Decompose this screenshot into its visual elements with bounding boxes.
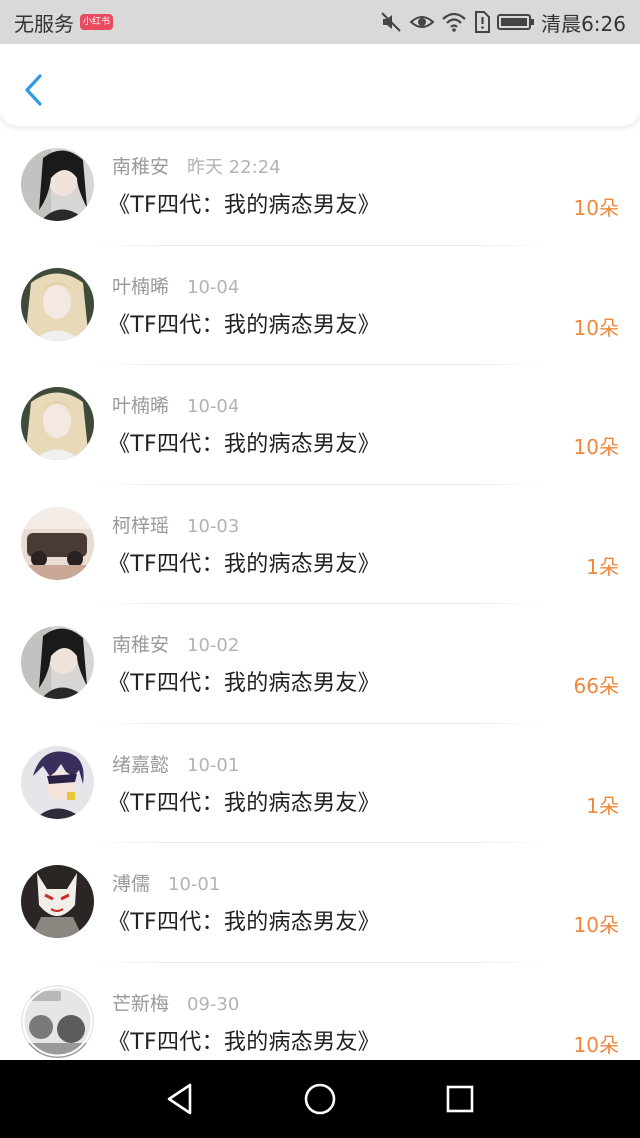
list-item[interactable]: 绪嘉懿 10-01 《TF四代：我的病态男友》 1朵 xyxy=(0,724,640,843)
avatar[interactable] xyxy=(21,506,94,580)
item-meta: 溥儒 10-01 xyxy=(112,869,220,896)
list-item[interactable]: 叶楠晞 10-04 《TF四代：我的病态男友》 10朵 xyxy=(0,246,640,365)
list-item[interactable]: 叶楠晞 10-04 《TF四代：我的病态男友》 10朵 xyxy=(0,365,640,485)
battery-icon xyxy=(497,12,535,32)
eye-icon xyxy=(409,12,435,32)
book-title: 《TF四代：我的病态男友》 xyxy=(108,790,380,816)
nav-home-button[interactable] xyxy=(298,1077,342,1121)
user-name: 叶楠晞 xyxy=(112,275,170,298)
flower-count: 10朵 xyxy=(573,435,619,459)
user-name: 南稚安 xyxy=(112,634,170,656)
book-title: 《TF四代：我的病态男友》 xyxy=(108,432,380,457)
flower-count: 10朵 xyxy=(573,315,619,340)
avatar[interactable] xyxy=(21,148,94,221)
chevron-left-icon xyxy=(25,74,42,106)
sim-alert-icon xyxy=(473,11,491,33)
list-item[interactable]: 溥儒 10-01 《TF四代：我的病态男友》 10朵 xyxy=(0,843,640,963)
recents-square-icon xyxy=(446,1085,474,1113)
status-time: 清晨6:26 xyxy=(541,11,626,36)
timestamp: 昨天 22:24 xyxy=(187,157,281,178)
avatar[interactable] xyxy=(21,626,94,699)
timestamp: 10-04 xyxy=(187,396,240,417)
flower-count: 10朵 xyxy=(573,913,619,937)
timestamp: 10-01 xyxy=(168,874,221,895)
item-meta: 叶楠晞 10-04 xyxy=(112,391,239,418)
status-right: 清晨6:26 xyxy=(379,8,626,37)
flower-count: 10朵 xyxy=(573,196,619,220)
user-name: 南稚安 xyxy=(112,156,170,178)
list-item[interactable]: 柯梓瑶 10-03 《TF四代：我的病态男友》 1朵 xyxy=(0,485,640,604)
status-bar: 无服务 小红书 清晨6:26 xyxy=(0,0,640,44)
list-item[interactable]: 南稚安 昨天 22:24 《TF四代：我的病态男友》 10朵 xyxy=(0,126,640,246)
timestamp: 10-01 xyxy=(187,754,240,776)
book-title: 《TF四代：我的病态男友》 xyxy=(108,1029,380,1055)
system-nav-bar xyxy=(0,1060,640,1138)
user-name: 叶楠晞 xyxy=(112,395,170,417)
nav-back-button[interactable] xyxy=(158,1077,202,1121)
item-meta: 叶楠晞 10-04 xyxy=(112,272,239,299)
avatar[interactable] xyxy=(21,865,94,938)
book-title: 《TF四代：我的病态男友》 xyxy=(108,910,380,935)
flower-count: 66朵 xyxy=(573,674,619,698)
home-circle-icon xyxy=(304,1083,336,1115)
user-name: 芒新梅 xyxy=(112,992,170,1015)
item-meta: 南稚安 昨天 22:24 xyxy=(112,152,281,179)
timestamp: 09-30 xyxy=(187,993,240,1015)
back-triangle-icon xyxy=(167,1083,192,1115)
book-title: 《TF四代：我的病态男友》 xyxy=(108,312,380,338)
user-name: 溥儒 xyxy=(112,873,151,895)
flower-count: 10朵 xyxy=(573,1032,619,1057)
user-name: 柯梓瑶 xyxy=(112,514,170,537)
avatar[interactable] xyxy=(21,267,94,341)
list-item[interactable]: 南稚安 10-02 《TF四代：我的病态男友》 66朵 xyxy=(0,604,640,724)
book-title: 《TF四代：我的病态男友》 xyxy=(108,193,380,218)
book-title: 《TF四代：我的病态男友》 xyxy=(108,671,380,696)
carrier-label: 无服务 xyxy=(14,11,74,36)
timestamp: 10-04 xyxy=(187,276,240,298)
back-button[interactable] xyxy=(18,70,50,110)
list-item[interactable]: 芒新梅 09-30 《TF四代：我的病态男友》 10朵 xyxy=(0,963,640,1061)
timestamp: 10-03 xyxy=(187,515,240,537)
timestamp: 10-02 xyxy=(187,635,240,656)
item-meta: 柯梓瑶 10-03 xyxy=(112,511,239,538)
gift-record-list[interactable]: 南稚安 昨天 22:24 《TF四代：我的病态男友》 10朵 叶楠晞 10-04… xyxy=(0,126,640,1060)
item-meta: 南稚安 10-02 xyxy=(112,630,239,657)
item-meta: 绪嘉懿 10-01 xyxy=(112,750,239,777)
status-left: 无服务 小红书 xyxy=(14,8,114,37)
flower-count: 1朵 xyxy=(586,793,619,818)
avatar[interactable] xyxy=(21,387,94,460)
nav-recents-button[interactable] xyxy=(438,1077,482,1121)
header-bar xyxy=(0,44,640,126)
avatar[interactable] xyxy=(21,745,94,819)
avatar[interactable] xyxy=(21,984,94,1058)
item-meta: 芒新梅 09-30 xyxy=(112,989,239,1016)
wifi-icon xyxy=(441,11,467,33)
book-title: 《TF四代：我的病态男友》 xyxy=(108,551,380,577)
app-badge: 小红书 xyxy=(80,14,114,30)
flower-count: 1朵 xyxy=(586,554,619,579)
mute-icon xyxy=(379,11,403,33)
user-name: 绪嘉懿 xyxy=(112,753,170,776)
